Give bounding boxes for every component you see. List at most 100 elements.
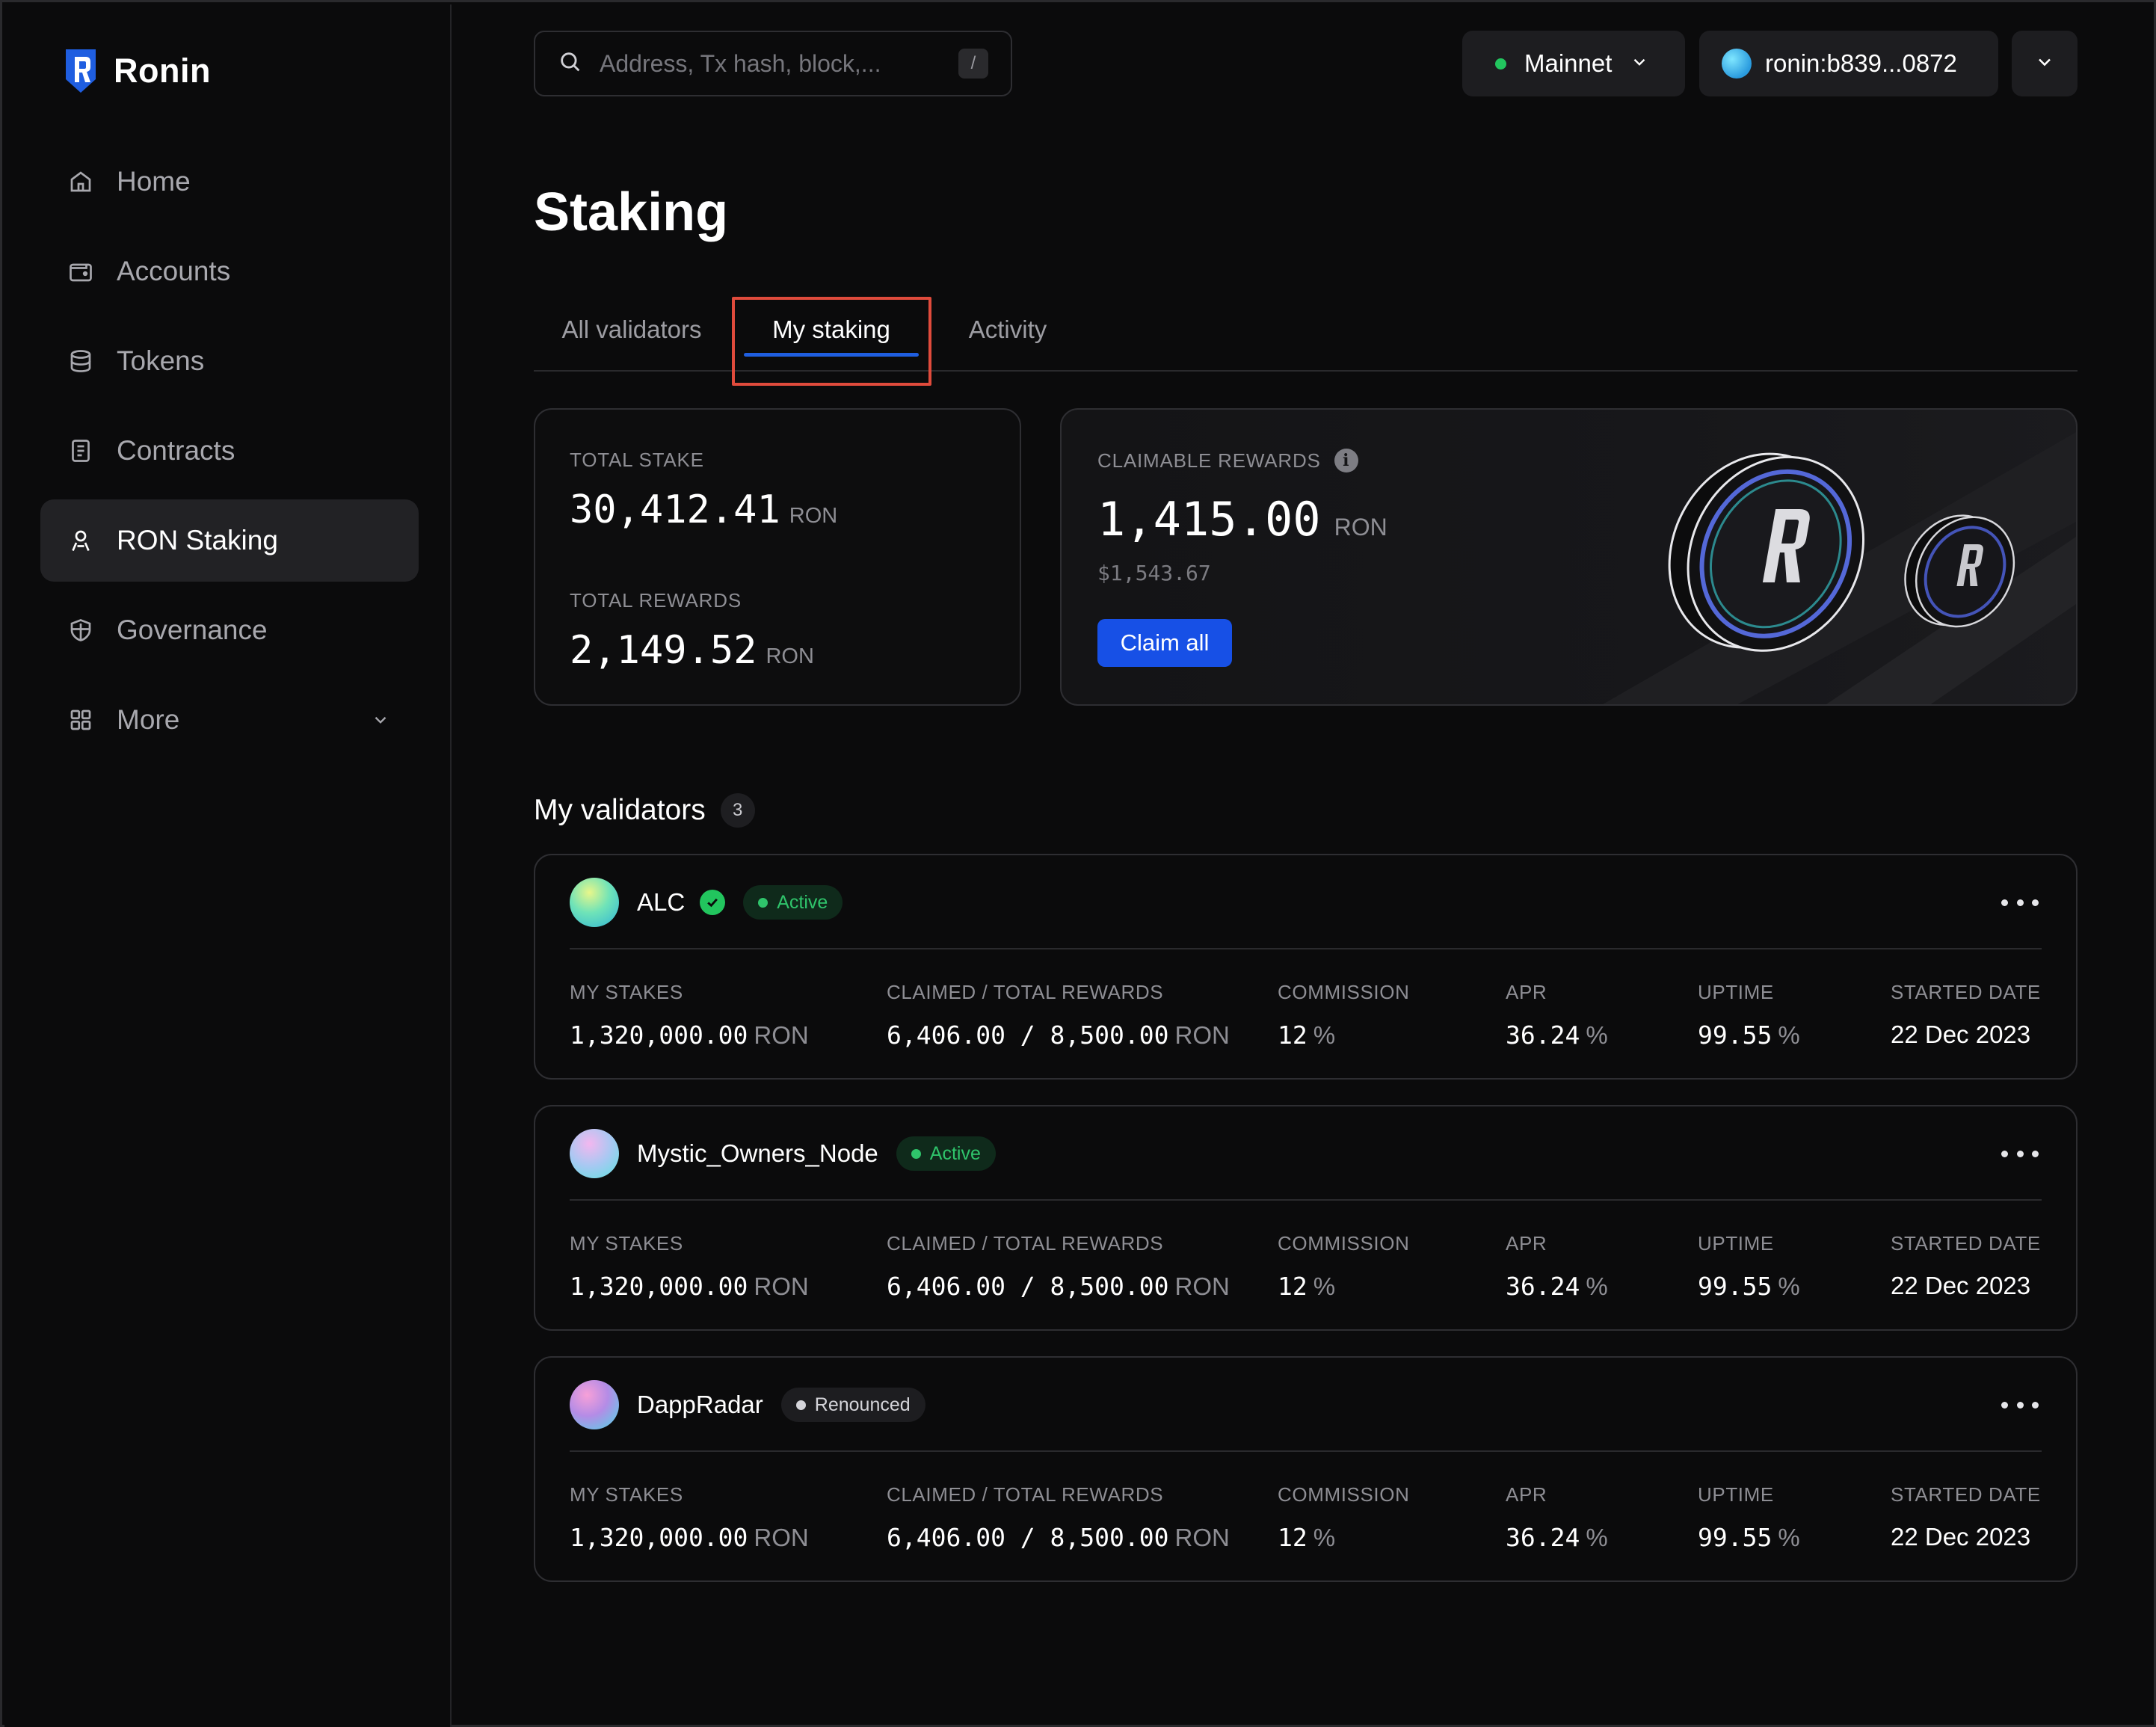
account-menu-button[interactable] [2012,31,2078,96]
validator-card[interactable]: Mystic_Owners_Node Active MY STAKES 1,320… [534,1105,2078,1331]
value-number: 6,406.00 / 8,500.00 [887,1272,1169,1301]
validator-avatar [570,1129,619,1178]
rewards-column: CLAIMED / TOTAL REWARDS 6,406.00 / 8,500.… [887,981,1230,1050]
apr-column: APR 36.24% [1506,1483,1608,1552]
value-unit: RON [1174,1021,1230,1049]
column-header: STARTED DATE [1891,1232,2041,1255]
column-header: CLAIMED / TOTAL REWARDS [887,1483,1164,1506]
started-date-column: STARTED DATE 22 Dec 2023 [1891,1232,2041,1300]
started-date-column: STARTED DATE 22 Dec 2023 [1891,981,2041,1049]
started-date-column: STARTED DATE 22 Dec 2023 [1891,1483,2041,1551]
commission-column: COMMISSION 12% [1278,981,1409,1050]
divider [570,1450,2042,1452]
sidebar-item-governance[interactable]: Governance [40,589,419,671]
wallet-address-button[interactable]: ronin:b839...0872 [1699,31,1998,96]
value-number: 12 [1278,1020,1308,1050]
value-unit: RON [1174,1272,1230,1300]
tab-activity[interactable]: Activity [933,288,1082,372]
chevron-down-icon [2034,52,2055,76]
value-number: 99.55 [1698,1523,1772,1552]
search-input[interactable]: Address, Tx hash, block,... / [534,31,1012,96]
sidebar-item-contracts[interactable]: Contracts [40,410,419,492]
status-label: Renounced [814,1394,911,1415]
value-unit: % [1313,1524,1336,1551]
value-unit: % [1586,1021,1608,1049]
tab-all-validators[interactable]: All validators [534,288,730,372]
sidebar-item-label: More [117,704,180,735]
validator-avatar [570,1380,619,1429]
value-number: 6,406.00 / 8,500.00 [887,1523,1169,1552]
app-window: Ronin Home Accounts Tokens Contracts RON… [0,0,2156,1727]
status-label: Active [929,1142,981,1164]
validator-card[interactable]: ALC Active MY STAKES 1,320,000.00 RON CLAI… [534,854,2078,1080]
more-options-icon[interactable] [2001,890,2039,915]
validator-name: ALC [637,888,686,916]
rewards-column: CLAIMED / TOTAL REWARDS 6,406.00 / 8,500.… [887,1232,1230,1301]
my-validators-title: My validators [534,794,706,826]
validator-avatar [570,878,619,927]
sidebar-item-label: Accounts [117,256,231,286]
brand[interactable]: Ronin [63,45,211,97]
tab-label: All validators [561,315,702,343]
sidebar-item-accounts[interactable]: Accounts [40,230,419,313]
claimable-value-row: 1,415.00 RON [1097,492,1387,547]
claimable-rewards-label: CLAIMABLE REWARDS [1097,449,1321,472]
my-stakes-value: 1,320,000.00 RON [570,1272,809,1301]
value-unit: % [1313,1021,1336,1049]
more-options-icon[interactable] [2001,1141,2039,1166]
apr-column: APR 36.24% [1506,981,1608,1050]
sidebar-item-tokens[interactable]: Tokens [40,320,419,402]
column-header: UPTIME [1698,1483,1774,1506]
value-unit: % [1586,1524,1608,1551]
validator-card[interactable]: DappRadar Renounced MY STAKES 1,320,000.0… [534,1356,2078,1582]
chevron-down-icon [371,710,390,730]
verified-check-icon [700,890,726,915]
value-number: 36.24 [1506,1272,1580,1301]
column-header: APR [1506,1232,1547,1255]
value-number: 1,320,000.00 [570,1272,748,1301]
tab-underline [744,353,919,357]
claim-all-button[interactable]: Claim all [1097,619,1232,667]
apr-value: 36.24% [1506,1523,1608,1552]
sidebar-item-label: RON Staking [117,525,278,555]
claimable-label-row: CLAIMABLE REWARDS i [1097,449,1358,472]
sidebar-item-home[interactable]: Home [40,141,419,223]
uptime-column: UPTIME 99.55% [1698,1232,1800,1301]
uptime-value: 99.55% [1698,1272,1800,1301]
sidebar-item-label: Contracts [117,435,235,466]
sidebar-item-ron-staking[interactable]: RON Staking [40,499,419,582]
info-icon[interactable]: i [1334,449,1358,472]
sidebar-item-more[interactable]: More [40,679,419,761]
value-number: 12 [1278,1523,1308,1552]
value-unit: RON [754,1272,809,1300]
sidebar-item-label: Home [117,166,191,197]
validator-header: ALC Active [570,878,843,927]
validator-header: Mystic_Owners_Node Active [570,1129,996,1178]
total-stake-value-row: 30,412.41 RON [570,487,837,532]
claimable-rewards-unit: RON [1334,514,1387,541]
validator-header: DappRadar Renounced [570,1380,925,1429]
network-status-dot [1495,58,1506,70]
tab-label: My staking [772,315,890,343]
status-badge: Active [743,885,843,920]
my-stakes-column: MY STAKES 1,320,000.00 RON [570,981,809,1050]
started-date-value: 22 Dec 2023 [1891,1020,2031,1048]
wallet-avatar [1722,49,1752,78]
wallet-icon [66,256,96,286]
value-number: 99.55 [1698,1272,1772,1301]
status-badge: Active [896,1136,996,1171]
tab-label: Activity [968,315,1047,343]
sidebar-nav: Home Accounts Tokens Contracts RON Staki… [40,141,419,769]
search-icon [558,49,583,78]
commission-value: 12% [1278,1272,1409,1301]
ron-coins-illustration [1668,452,2015,652]
total-stake-label: TOTAL STAKE [570,449,704,471]
tab-my-staking[interactable]: My staking [733,288,929,372]
staking-icon [66,526,96,555]
more-options-icon[interactable] [2001,1392,2039,1417]
value-number: 99.55 [1698,1020,1772,1050]
sidebar-item-label: Tokens [117,345,205,376]
network-selector[interactable]: Mainnet [1462,31,1685,96]
value-unit: % [1778,1021,1800,1049]
tab-bar: All validators My staking Activity [534,288,2078,372]
